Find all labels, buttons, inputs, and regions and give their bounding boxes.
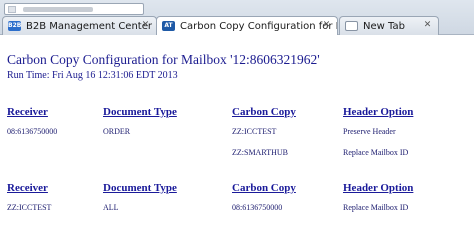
tab-b2b-management-center[interactable]: B2B B2B Management Center ✕ <box>2 16 157 35</box>
cell-document-type: ORDER <box>103 127 131 136</box>
b2b-favicon-icon: B2B <box>8 21 22 31</box>
cell-receiver: 08:6136750000 <box>7 127 58 136</box>
header-header-option[interactable]: Header Option <box>343 106 413 118</box>
cell-carbon-copy: ZZ:ICCTEST <box>232 127 277 136</box>
header-document-type[interactable]: Document Type <box>103 182 177 194</box>
close-tab-icon[interactable]: ✕ <box>422 20 433 31</box>
cell-carbon-copy: ZZ:SMARTHUB <box>232 148 288 157</box>
page-title: Carbon Copy Configuration for Mailbox '1… <box>7 52 320 67</box>
address-bar[interactable] <box>4 3 144 15</box>
tab-label: B2B Management Center <box>26 20 152 32</box>
address-text-redacted <box>23 7 93 12</box>
site-icon <box>8 6 16 13</box>
cell-carbon-copy: 08:6136750000 <box>232 203 283 212</box>
tab-label: Carbon Copy Configuration for Mailbox '1… <box>180 20 337 32</box>
header-carbon-copy[interactable]: Carbon Copy <box>232 106 296 118</box>
new-tab-favicon-icon <box>345 21 358 31</box>
cell-header-option: Preserve Header <box>343 127 396 136</box>
header-carbon-copy[interactable]: Carbon Copy <box>232 182 296 194</box>
att-favicon-icon: AT <box>162 21 175 31</box>
tab-carbon-copy-configuration[interactable]: AT Carbon Copy Configuration for Mailbox… <box>156 16 338 35</box>
tab-strip: B2B B2B Management Center ✕ AT Carbon Co… <box>0 16 474 35</box>
tab-label: New Tab <box>363 20 405 32</box>
tab-new-tab[interactable]: New Tab ✕ <box>339 16 439 35</box>
cell-receiver: ZZ:ICCTEST <box>7 203 52 212</box>
header-receiver[interactable]: Receiver <box>7 106 48 118</box>
header-receiver[interactable]: Receiver <box>7 182 48 194</box>
page-content: Carbon Copy Configuration for Mailbox '1… <box>0 36 474 239</box>
browser-chrome: B2B B2B Management Center ✕ AT Carbon Co… <box>0 0 474 35</box>
close-tab-icon[interactable]: ✕ <box>321 20 332 31</box>
cell-header-option: Replace Mailbox ID <box>343 203 409 212</box>
header-header-option[interactable]: Header Option <box>343 182 413 194</box>
header-document-type[interactable]: Document Type <box>103 106 177 118</box>
cell-header-option: Replace Mailbox ID <box>343 148 409 157</box>
run-time: Run Time: Fri Aug 16 12:31:06 EDT 2013 <box>7 70 178 81</box>
cell-document-type: ALL <box>103 203 119 212</box>
close-tab-icon[interactable]: ✕ <box>140 20 151 31</box>
